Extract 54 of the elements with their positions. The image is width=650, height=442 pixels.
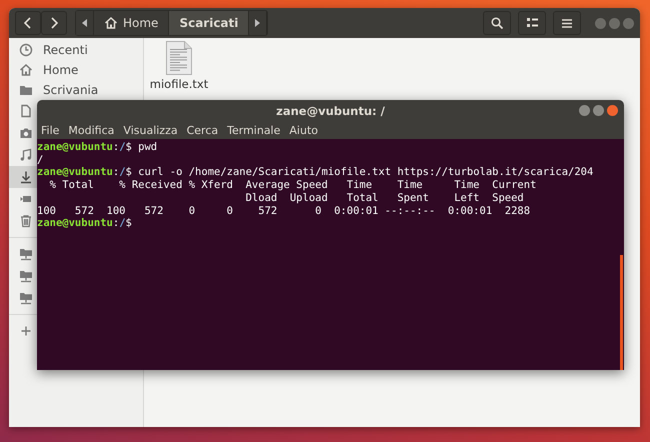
clock-icon	[19, 43, 33, 57]
maximize-button[interactable]	[609, 18, 620, 28]
menu-icon	[562, 18, 572, 28]
scrollbar[interactable]	[620, 255, 623, 370]
command-line: zane@vubuntu:/$ curl -o /home/zane/Scaricati/miofile.txt https://turbolab.it/scarica/204	[37, 166, 594, 180]
path-button[interactable]: Scaricati	[169, 11, 250, 35]
house-icon	[19, 63, 33, 77]
output-line: /	[37, 154, 44, 166]
command-line: zane@vubuntu:/$ pwd	[37, 141, 158, 154]
chevron-left-icon	[24, 17, 32, 29]
minimize-button[interactable]	[579, 105, 590, 116]
minimize-button[interactable]	[595, 18, 606, 28]
menu-item[interactable]: Aiuto	[289, 124, 318, 136]
search-button[interactable]	[483, 11, 511, 35]
network-folder-icon	[19, 247, 33, 261]
search-icon	[491, 17, 503, 29]
document-icon	[19, 104, 33, 118]
camera-icon	[19, 126, 33, 140]
window-title: zane@vubuntu: /	[276, 104, 385, 118]
house-icon	[104, 16, 118, 30]
network-folder-icon	[19, 291, 33, 305]
file-item[interactable]: miofile.txt	[148, 41, 210, 91]
output-line: % Total % Received % Xferd Average Speed Time Time Time Current	[48, 179, 536, 192]
close-button[interactable]	[607, 105, 618, 116]
menu-item[interactable]: Visualizza	[123, 124, 178, 136]
folder-icon	[19, 83, 33, 97]
maximize-button[interactable]	[593, 105, 604, 116]
plus-icon	[19, 324, 33, 338]
close-button[interactable]	[623, 18, 634, 28]
triangle-right-icon	[255, 19, 260, 27]
sidebar-item[interactable]: Home	[9, 60, 143, 80]
scroll-left-button[interactable]	[76, 11, 94, 35]
network-folder-icon	[19, 269, 33, 283]
output-line: Dload Upload Total Spent Left Speed	[244, 192, 524, 205]
music-note-icon	[19, 148, 33, 162]
menu-item[interactable]: Modifica	[68, 124, 114, 136]
sidebar-item[interactable]: Recenti	[9, 40, 143, 60]
menu-item[interactable]: Cerca	[186, 124, 218, 136]
sidebar-item[interactable]	[9, 166, 37, 188]
download-icon	[19, 170, 33, 184]
chevron-right-icon	[50, 17, 58, 29]
list-view-icon	[526, 18, 538, 28]
forward-button[interactable]	[41, 11, 67, 35]
menu-item[interactable]: Terminale	[227, 124, 280, 136]
menu-item[interactable]: File	[41, 124, 60, 136]
menu-button[interactable]	[553, 11, 581, 35]
triangle-left-icon	[82, 19, 87, 27]
output-line: 100 572 100 572 0 0 572 0 0:00:01 --:--:-- 0:00:01 2288	[37, 204, 530, 218]
trash-icon	[19, 214, 33, 228]
sidebar-item[interactable]: Scrivania	[9, 80, 143, 100]
view-button[interactable]	[518, 11, 546, 35]
text-file-icon	[166, 41, 192, 75]
command-line: zane@vubuntu:/$	[37, 217, 132, 230]
back-button[interactable]	[15, 11, 41, 35]
